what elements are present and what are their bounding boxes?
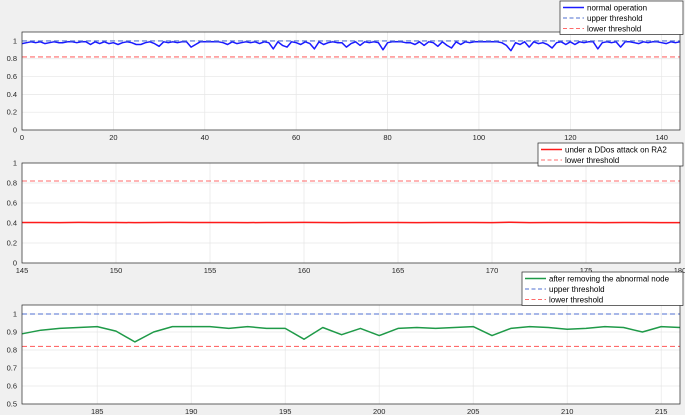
x-tick-label: 20	[109, 133, 117, 142]
x-tick-label: 100	[473, 133, 486, 142]
chart-1: 0 20 40 60 80 100 120 140 0 0.2 0.4 0.6 0.8 1 normal o…	[7, 0, 684, 142]
legend-label: lower threshold	[587, 25, 641, 34]
y-tick-label: 1	[13, 310, 17, 319]
plot-area	[22, 163, 680, 263]
x-tick-label: 155	[204, 266, 217, 275]
y-tick-label: 0.4	[7, 90, 17, 99]
x-tick-label: 210	[561, 407, 574, 415]
y-tick-label: 0	[13, 126, 17, 135]
x-tick-label: 80	[383, 133, 391, 142]
y-tick-label: 0.2	[7, 239, 17, 248]
y-tick-label: 1	[13, 36, 17, 45]
x-tick-label: 205	[467, 407, 480, 415]
x-tick-label: 0	[20, 133, 24, 142]
y-tick-label: 0.5	[7, 400, 17, 409]
y-tick-label: 0.8	[7, 179, 17, 188]
y-tick-label: 0.8	[7, 54, 17, 63]
legend-label: lower threshold	[565, 156, 619, 165]
x-tick-label: 150	[110, 266, 123, 275]
x-tick-label: 215	[655, 407, 668, 415]
y-tick-label: 0	[13, 259, 17, 268]
y-tick-label: 0.9	[7, 328, 17, 337]
legend: after removing the abnormal nodeupper th…	[521, 271, 684, 306]
y-tick-label: 0.7	[7, 364, 17, 373]
y-tick-label: 0.2	[7, 108, 17, 117]
legend: under a DDos attack on RA2lower threshol…	[537, 142, 684, 167]
x-tick-label: 40	[201, 133, 209, 142]
y-tick-label: 0.8	[7, 346, 17, 355]
x-tick-label: 165	[392, 266, 405, 275]
y-tick-label: 0.4	[7, 219, 17, 228]
x-tick-label: 145	[16, 266, 29, 275]
legend-label: upper threshold	[587, 14, 643, 23]
legend-label: after removing the abnormal node	[549, 275, 670, 284]
x-tick-label: 200	[373, 407, 386, 415]
plot-area	[22, 305, 680, 404]
y-tick-label: 0.6	[7, 72, 17, 81]
x-tick-label: 140	[655, 133, 668, 142]
y-tick-label: 1	[13, 159, 17, 168]
legend: normal operationupper threshold lower thr…	[559, 0, 684, 35]
y-tick-label: 0.6	[7, 199, 17, 208]
legend-label: upper threshold	[549, 285, 605, 294]
x-tick-label: 60	[292, 133, 300, 142]
figure: 0 20 40 60 80 100 120 140 0 0.2 0.4 0.6 0.8 1 normal o…	[7, 0, 685, 415]
x-tick-label: 170	[486, 266, 499, 275]
x-tick-label: 160	[298, 266, 311, 275]
chart-3: 185 190 195 200 205 210 215 0.5 0.6 0.7 0.8 0.9 1 aft…	[7, 271, 684, 415]
x-tick-label: 190	[185, 407, 198, 415]
y-tick-label: 0.6	[7, 382, 17, 391]
chart-2: 145 150 155 160 165 170 175 18000.20.40.60.81un…	[7, 142, 685, 275]
x-tick-label: 195	[279, 407, 292, 415]
legend-label: under a DDos attack on RA2	[565, 146, 667, 155]
plot-area	[22, 32, 680, 130]
legend-label: lower threshold	[549, 296, 603, 305]
x-tick-label: 120	[564, 133, 577, 142]
legend-label: normal operation	[587, 4, 647, 13]
x-tick-label: 185	[91, 407, 104, 415]
